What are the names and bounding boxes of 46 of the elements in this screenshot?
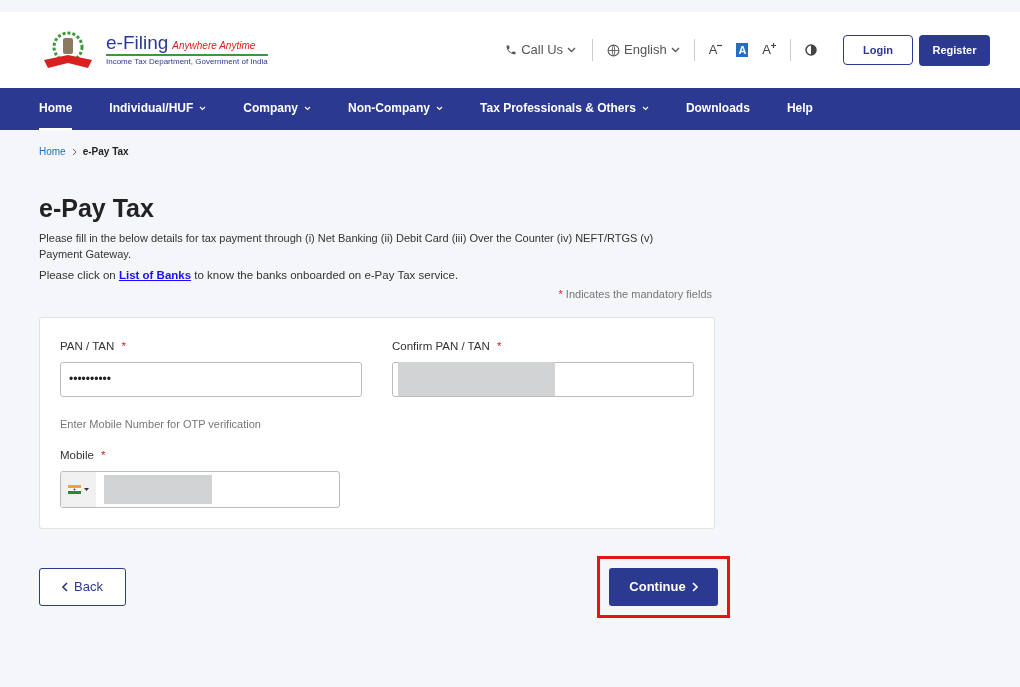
font-increase-button[interactable]: A [762,43,776,57]
caret-icon [84,488,89,491]
language-dropdown[interactable]: English [607,40,680,60]
nav-tab[interactable]: Company [243,88,312,130]
intro-text: Please fill in the below details for tax payment through (i) Net Banking (ii) Debit Card (iii) Over the Counter (iv) NEFT/RTGS (v) Payment Gateway. [39,231,655,262]
nav-tab[interactable]: Individual/HUF [109,88,207,130]
continue-button[interactable]: Continue [609,568,718,606]
font-decrease-button[interactable]: A [708,43,723,57]
login-button[interactable]: Login [843,35,913,65]
minus-icon [717,43,723,48]
nav-tab[interactable]: Downloads [685,88,750,130]
nav-tab[interactable]: Home [39,88,73,130]
phone-icon [505,44,518,56]
banks-note: Please click on List of Banks to know the banks onboarded on e-Pay Tax service. [39,268,460,283]
font-normal-button[interactable]: A [736,43,749,57]
globe-icon [607,43,621,57]
breadcrumb-current: e-Pay Tax [82,145,129,159]
mandatory-note: * Indicates the mandatory fields [557,287,712,302]
country-code-dropdown[interactable] [61,472,96,507]
back-button[interactable]: Back [39,568,126,606]
contrast-icon[interactable] [805,44,817,56]
page-title: e-Pay Tax [39,193,155,223]
register-button[interactable]: Register [919,34,990,66]
chevron-right-icon [71,147,77,156]
chevron-down-icon [567,47,577,53]
chevron-down-icon [670,47,680,53]
plus-icon [771,43,776,48]
logo-tagline: Anywhere Anytime [172,38,256,53]
chevron-left-icon [62,582,69,592]
india-flag-icon [68,485,81,494]
otp-hint: Enter Mobile Number for OTP verification [60,416,262,432]
pan-input-field[interactable]: •••••••••• [60,361,362,397]
chevron-right-icon [691,582,698,592]
logo-title: e-Filing [106,32,169,53]
logo-subtitle: Income Tax Department, Government of India [106,55,268,68]
nav-tab[interactable]: Non-Company [348,88,444,130]
field-label: Confirm PAN / TAN * [392,338,503,354]
confirm-pan-input-field[interactable] [392,361,694,397]
nav-tab[interactable]: Tax Professionals & Others [480,88,649,130]
breadcrumb-link[interactable]: Home [39,144,66,159]
field-label: Mobile * [60,448,107,463]
mobile-input-field[interactable] [60,471,340,508]
call-us-dropdown[interactable]: Call Us [503,40,579,60]
nav-tab[interactable]: Help [786,88,813,130]
list-of-banks-link[interactable]: List of Banks [118,269,192,281]
field-label: PAN / TAN * [60,338,127,354]
